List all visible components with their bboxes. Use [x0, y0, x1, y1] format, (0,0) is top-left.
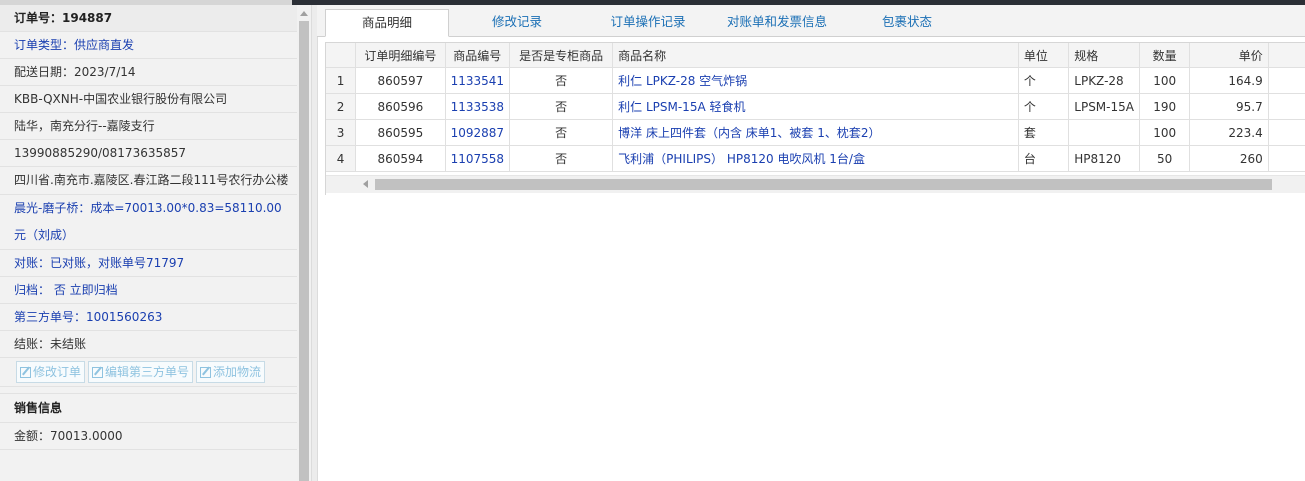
product-name-link[interactable]: 博洋 床上四件套（内含 床单1、被套 1、枕套2）: [612, 119, 1019, 146]
sales-info-title: 销售信息: [0, 394, 297, 423]
extra-cell: [1268, 145, 1305, 172]
table-row[interactable]: 1 860597 1133541 否 利仁 LPKZ-28 空气炸锅 个 LPK…: [326, 67, 1305, 94]
order-type: 订单类型：供应商直发: [0, 32, 297, 59]
unit-cell: 套: [1018, 119, 1070, 146]
table-row[interactable]: 2 860596 1133538 否 利仁 LPSM-15A 轻食机 个 LPS…: [326, 93, 1305, 120]
detail-no-cell: 860594: [355, 145, 446, 172]
detail-no-cell: 860595: [355, 119, 446, 146]
price-cell: 95.7: [1189, 93, 1269, 120]
header-product-name[interactable]: 商品名称: [612, 43, 1019, 68]
product-no-link[interactable]: 1133541: [445, 67, 511, 94]
header-spec[interactable]: 规格: [1068, 43, 1140, 68]
tab-modification-log[interactable]: 修改记录: [467, 9, 567, 36]
counter-cell: 否: [509, 67, 614, 94]
qty-cell: 100: [1139, 67, 1191, 94]
qty-cell: 190: [1139, 93, 1191, 120]
row-index: 1: [326, 67, 357, 94]
extra-cell: [1268, 119, 1305, 146]
qty-cell: 100: [1139, 119, 1191, 146]
price-cell: 260: [1189, 145, 1269, 172]
header-unit[interactable]: 单位: [1018, 43, 1070, 68]
row-index: 2: [326, 93, 357, 120]
extra-cell: [1268, 93, 1305, 120]
archive-status[interactable]: 归档： 否 立即归档: [0, 277, 297, 304]
product-no-link[interactable]: 1092887: [445, 119, 511, 146]
cost-note: 晨光-磨子桥：成本=70013.00*0.83=58110.00元（刘成）: [0, 195, 297, 250]
price-cell: 164.9: [1189, 67, 1269, 94]
header-extra: [1268, 43, 1305, 68]
phone-number: 13990885290/08173635857: [0, 140, 297, 167]
tab-order-operation-log[interactable]: 订单操作记录: [592, 9, 704, 36]
detail-no-cell: 860597: [355, 67, 446, 94]
spec-cell: HP8120: [1068, 145, 1140, 172]
edit-order-label: 修改订单: [33, 365, 82, 379]
scroll-left-arrow-icon[interactable]: [363, 180, 368, 188]
customer-name: KBB-QXNH-中国农业银行股份有限公司: [0, 86, 297, 113]
add-logistics-label: 添加物流: [213, 365, 262, 379]
product-table: 订单明细编号 商品编号 是否是专柜商品 商品名称 单位 规格 数量 单价 1 8…: [326, 43, 1305, 172]
edit-icon: [20, 366, 31, 378]
header-index: [326, 43, 357, 68]
reconcile-status[interactable]: 对账：已对账，对账单号71797: [0, 250, 297, 277]
header-counter[interactable]: 是否是专柜商品: [509, 43, 614, 68]
settlement-status: 结账：未结账: [0, 331, 297, 358]
grid-horizontal-scrollbar[interactable]: [326, 175, 1305, 193]
product-detail-grid: 订单明细编号 商品编号 是否是专柜商品 商品名称 单位 规格 数量 单价 1 8…: [325, 42, 1305, 195]
order-number: 订单号：194887: [0, 5, 297, 32]
spec-cell: LPKZ-28: [1068, 67, 1140, 94]
table-header-row: 订单明细编号 商品编号 是否是专柜商品 商品名称 单位 规格 数量 单价: [326, 43, 1305, 68]
scrollbar-thumb[interactable]: [299, 21, 309, 481]
delivery-date: 配送日期：2023/7/14: [0, 59, 297, 86]
third-party-number: 第三方单号：1001560263: [0, 304, 297, 331]
section-divider: [0, 387, 297, 394]
edit-icon: [92, 366, 104, 378]
edit-third-party-label: 编辑第三方单号: [105, 365, 190, 379]
order-action-buttons: 修改订单 编辑第三方单号 添加物流: [0, 358, 297, 387]
row-index: 4: [326, 145, 357, 172]
unit-cell: 台: [1018, 145, 1070, 172]
counter-cell: 否: [509, 93, 614, 120]
contact-info: 陆华，南充分行--嘉陵支行: [0, 113, 297, 140]
tab-package-status[interactable]: 包裹状态: [865, 9, 949, 36]
delivery-address: 四川省.南充市.嘉陵区.春江路二段111号农行办公楼: [0, 167, 297, 195]
tab-statement-invoice[interactable]: 对账单和发票信息: [715, 9, 839, 36]
sales-amount: 金额：70013.0000: [0, 423, 297, 450]
product-name-link[interactable]: 飞利浦（PHILIPS） HP8120 电吹风机 1台/盒: [612, 145, 1019, 172]
spec-cell: [1068, 119, 1140, 146]
horizontal-scrollbar-thumb[interactable]: [375, 179, 1272, 190]
counter-cell: 否: [509, 145, 614, 172]
header-price[interactable]: 单价: [1189, 43, 1269, 68]
order-info-panel: 订单号：194887 订单类型：供应商直发 配送日期：2023/7/14 KBB…: [0, 5, 297, 481]
product-no-link[interactable]: 1107558: [445, 145, 511, 172]
left-panel-scrollbar[interactable]: [297, 5, 311, 481]
edit-icon: [200, 366, 212, 378]
qty-cell: 50: [1139, 145, 1191, 172]
panel-splitter[interactable]: [311, 5, 318, 481]
detail-tabs: 商品明细 修改记录 订单操作记录 对账单和发票信息 包裹状态: [317, 5, 1305, 37]
counter-cell: 否: [509, 119, 614, 146]
table-row[interactable]: 4 860594 1107558 否 飞利浦（PHILIPS） HP8120 电…: [326, 145, 1305, 172]
unit-cell: 个: [1018, 93, 1070, 120]
header-detail-no[interactable]: 订单明细编号: [355, 43, 446, 68]
tab-product-details[interactable]: 商品明细: [325, 9, 449, 37]
product-name-link[interactable]: 利仁 LPSM-15A 轻食机: [612, 93, 1019, 120]
edit-order-button[interactable]: 修改订单: [16, 361, 86, 383]
row-index: 3: [326, 119, 357, 146]
price-cell: 223.4: [1189, 119, 1269, 146]
product-name-link[interactable]: 利仁 LPKZ-28 空气炸锅: [612, 67, 1019, 94]
spec-cell: LPSM-15A: [1068, 93, 1140, 120]
product-no-link[interactable]: 1133538: [445, 93, 511, 120]
scroll-up-arrow-icon[interactable]: [300, 11, 308, 16]
header-product-no[interactable]: 商品编号: [445, 43, 511, 68]
header-qty[interactable]: 数量: [1139, 43, 1191, 68]
table-row[interactable]: 3 860595 1092887 否 博洋 床上四件套（内含 床单1、被套 1、…: [326, 119, 1305, 146]
add-logistics-button[interactable]: 添加物流: [196, 361, 266, 383]
extra-cell: [1268, 67, 1305, 94]
unit-cell: 个: [1018, 67, 1070, 94]
detail-no-cell: 860596: [355, 93, 446, 120]
edit-third-party-button[interactable]: 编辑第三方单号: [88, 361, 194, 383]
